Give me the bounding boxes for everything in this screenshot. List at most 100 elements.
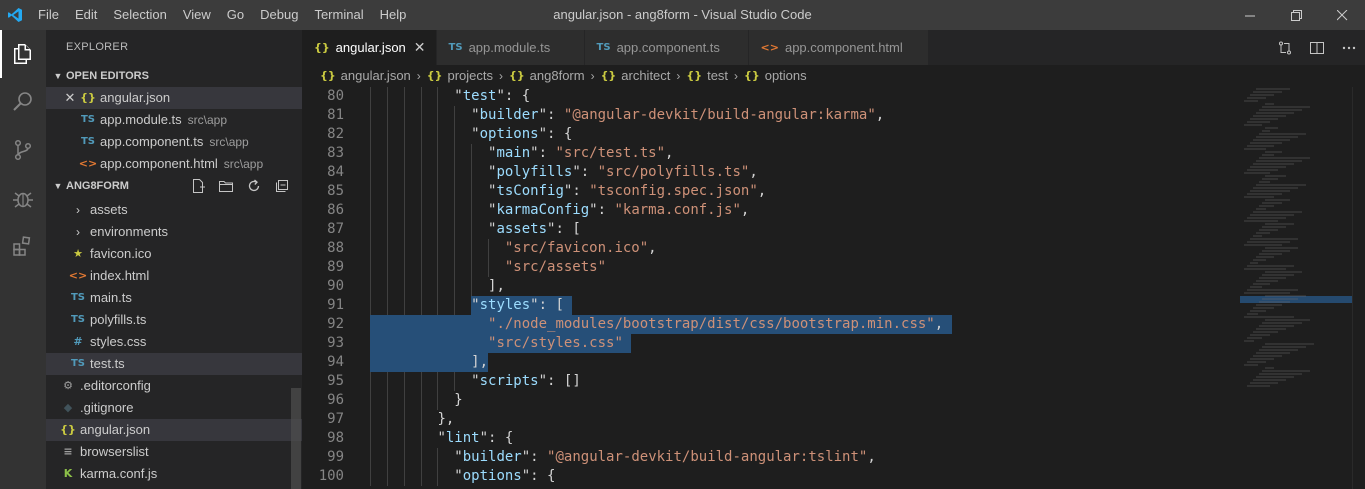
gear-icon: ⚙ [63,379,73,392]
tree-file[interactable]: TS main.ts [46,287,302,309]
chevron-right-icon: › [590,69,595,83]
breadcrumb-item[interactable]: test [707,65,728,87]
tree-file[interactable]: # styles.css [46,331,302,353]
open-editor-name: app.module.ts [100,112,182,127]
indent-guide [386,106,388,125]
breadcrumb-item[interactable]: ang8form [530,65,585,87]
tree-file[interactable]: ≡ browserslist [46,441,302,463]
line-number: 80 [327,88,344,104]
tree-item-label: styles.css [90,334,147,349]
open-editor-item[interactable]: ✕ {} angular.json [46,87,302,109]
menu-file[interactable]: File [30,0,67,30]
restore-icon[interactable] [1273,0,1319,30]
code-editor[interactable]: 80 "test": {81 "builder": "@angular-devkit… [302,87,1232,489]
code-text: "builder": "@angular-devkit/build-angula… [454,448,875,467]
source-control-icon[interactable] [0,126,46,174]
tab-app-component-html[interactable]: <> app.component.html [748,30,929,65]
close-icon[interactable]: ✕ [62,87,78,109]
editor-area: {} angular.json ✕ TS app.module.ts TS ap… [302,30,1365,489]
indent-guide [403,448,405,467]
code-token: ": [] [538,373,581,389]
sidebar-scrollbar[interactable] [291,388,301,489]
debug-icon[interactable] [0,174,46,222]
code-text: "src/favicon.ico", [505,239,657,258]
open-editor-item[interactable]: <> app.component.html src\app [46,153,302,175]
code-line: 88 "src/favicon.ico", [302,239,1232,258]
object-icon: {} [600,69,617,82]
menu-selection[interactable]: Selection [105,0,174,30]
tab-label: angular.json [335,40,406,55]
tree-file[interactable]: ◆ .gitignore [46,397,302,419]
search-icon[interactable] [0,78,46,126]
open-editor-name: app.component.html [100,156,218,171]
chevron-down-icon: ▼ [53,71,63,81]
breadcrumb-item[interactable]: options [765,65,807,87]
code-token: ": [589,202,615,218]
indent-guide [454,258,456,277]
close-icon[interactable]: ✕ [414,39,426,56]
menu-go[interactable]: Go [219,0,252,30]
indent-guide [488,239,490,258]
tree-file[interactable]: TS polyfills.ts [46,309,302,331]
tab-label: app.module.ts [468,40,551,55]
indent-guide [386,125,388,144]
breadcrumb-item[interactable]: projects [447,65,493,87]
indent-guide [386,429,388,448]
code-token: ": { [496,88,531,104]
tree-file[interactable]: ★ favicon.ico [46,243,302,265]
refresh-icon[interactable] [240,178,268,194]
tab-app-module-ts[interactable]: TS app.module.ts [436,30,585,65]
menu-edit[interactable]: Edit [67,0,105,30]
code-token: "@angular-devkit/build-angular:tslint" [547,449,868,465]
project-header[interactable]: ▼ ANG8FORM [46,175,302,197]
line-number: 89 [327,259,344,275]
menu-help[interactable]: Help [372,0,415,30]
line-number: 99 [327,449,344,465]
extensions-icon[interactable] [0,222,46,270]
compare-changes-icon[interactable] [1269,40,1301,56]
indent-guide [386,163,388,182]
menu-debug[interactable]: Debug [252,0,306,30]
tab-app-component-ts[interactable]: TS app.component.ts [584,30,749,65]
tree-file[interactable]: <> index.html [46,265,302,287]
indent-guide [471,163,473,182]
window-controls [1227,0,1365,30]
menu-terminal[interactable]: Terminal [306,0,371,30]
tree-file[interactable]: {} angular.json [46,419,302,441]
new-folder-icon[interactable] [212,178,240,194]
open-editor-path: src\app [187,113,228,127]
new-file-icon[interactable] [184,178,212,194]
tree-folder[interactable]: › assets [46,199,302,221]
editor-scrollbar[interactable] [1352,87,1365,489]
indent-guide [420,410,422,429]
breadcrumb-item[interactable]: architect [621,65,670,87]
indent-guide [437,448,439,467]
close-window-icon[interactable] [1319,0,1365,30]
indent-guide [403,125,405,144]
code-line: 87 "assets": [ [302,220,1232,239]
open-editor-item[interactable]: TS app.module.ts src\app [46,109,302,131]
code-text: "./node_modules/bootstrap/dist/css/boots… [488,315,943,334]
split-editor-icon[interactable] [1301,40,1333,56]
explorer-icon[interactable] [0,30,46,78]
minimize-icon[interactable] [1227,0,1273,30]
open-editor-item[interactable]: TS app.component.ts src\app [46,131,302,153]
indent-guide [370,125,371,144]
tree-folder[interactable]: › environments [46,221,302,243]
typescript-file-icon: TS [80,114,96,125]
collapse-all-icon[interactable] [268,178,296,194]
code-token: polyfills [496,164,573,180]
open-editors-header[interactable]: ▼ OPEN EDITORS [46,65,302,87]
indent-guide [454,163,456,182]
tree-file[interactable]: ⚙ .editorconfig [46,375,302,397]
tree-item-label: favicon.ico [90,246,152,261]
menu-view[interactable]: View [175,0,219,30]
tree-file[interactable]: K karma.conf.js [46,463,302,485]
tree-file[interactable]: TS test.ts [46,353,302,375]
line-number: 97 [327,411,344,427]
more-actions-icon[interactable] [1333,40,1365,56]
breadcrumb-file[interactable]: angular.json [341,65,411,87]
indent-guide [454,182,456,201]
tab-angular-json[interactable]: {} angular.json ✕ [302,30,437,65]
minimap[interactable] [1240,87,1352,489]
